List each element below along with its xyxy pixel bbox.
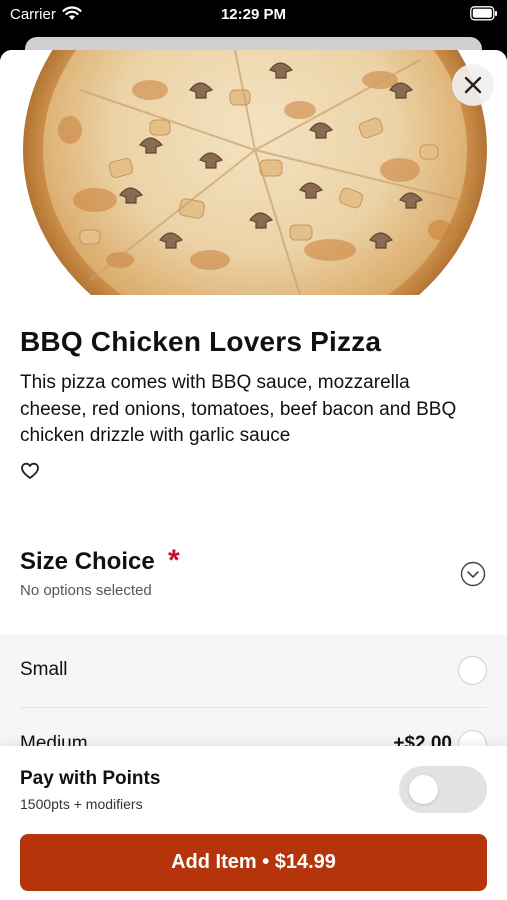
option-label: Small — [20, 659, 68, 680]
status-time: 12:29 PM — [220, 6, 287, 23]
required-indicator: * — [168, 544, 180, 577]
option-radio[interactable] — [458, 656, 487, 685]
toggle-knob — [409, 775, 438, 804]
product-description: This pizza comes with BBQ sauce, mozzare… — [20, 372, 457, 446]
chevron-down-icon[interactable] — [460, 561, 486, 587]
checkout-panel: Pay with Points 1500pts + modifiers Add … — [0, 746, 507, 900]
product-sheet: BBQ Chicken Lovers Pizza This pizza come… — [0, 50, 507, 900]
screen: Carrier 12:29 PM BBQ Chicken Lovers Pizz… — [0, 0, 507, 900]
product-image — [0, 50, 507, 295]
battery-icon — [470, 6, 497, 21]
pay-with-points-title: Pay with Points — [20, 768, 161, 789]
heart-icon[interactable] — [20, 461, 40, 481]
pay-with-points-subtitle: 1500pts + modifiers — [20, 796, 143, 812]
add-item-button[interactable]: Add Item • $14.99 — [20, 834, 487, 891]
size-choice-status: No options selected — [20, 582, 152, 599]
status-bar: Carrier 12:29 PM — [0, 0, 507, 30]
close-icon — [464, 76, 482, 94]
size-option-small[interactable]: Small — [0, 634, 507, 708]
points-toggle[interactable] — [399, 766, 487, 813]
size-choice-title: Size Choice — [20, 548, 155, 575]
product-title: BBQ Chicken Lovers Pizza — [20, 326, 382, 357]
pizza-illustration — [23, 50, 487, 295]
close-button[interactable] — [452, 64, 494, 106]
